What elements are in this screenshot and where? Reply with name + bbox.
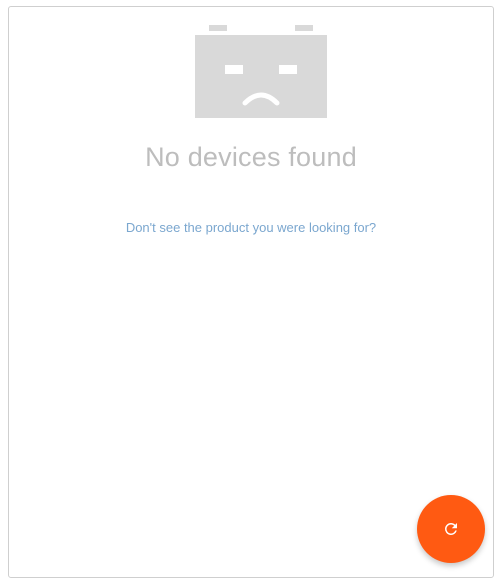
empty-state-title: No devices found	[145, 142, 357, 172]
refresh-button[interactable]	[417, 495, 485, 563]
refresh-icon	[442, 520, 460, 538]
sad-device-icon	[195, 25, 327, 118]
device-list-panel: No devices found Don't see the product y…	[8, 6, 494, 578]
product-not-found-link[interactable]: Don't see the product you were looking f…	[9, 220, 493, 235]
